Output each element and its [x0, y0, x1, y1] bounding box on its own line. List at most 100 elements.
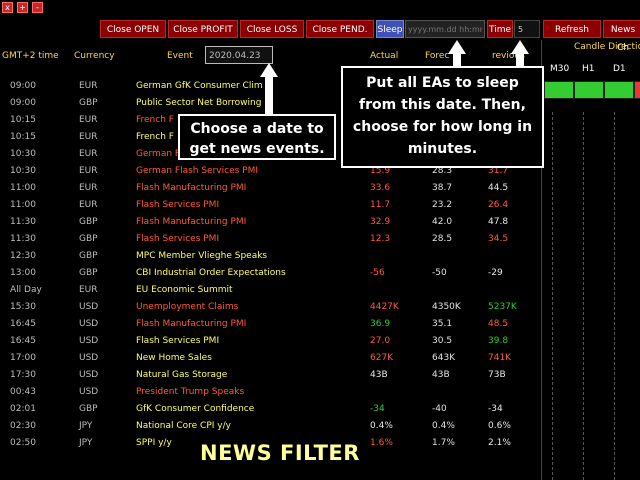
row-previous: 39.8	[488, 336, 509, 346]
sleep-button[interactable]: Sleep	[376, 20, 404, 38]
candle-indicator-extra	[635, 82, 640, 98]
timeframe-m30: M30	[550, 64, 570, 74]
row-event: Flash Services PMI	[136, 336, 220, 346]
row-time: 17:30	[10, 370, 36, 380]
row-time: 13:00	[10, 268, 36, 278]
row-currency: USD	[79, 370, 99, 380]
row-actual: 11.7	[370, 200, 391, 210]
timeframe-d1: D1	[613, 64, 626, 74]
close-pending-button[interactable]: Close PEND.	[306, 20, 374, 38]
row-forecast: 1.7%	[432, 438, 455, 448]
news-row: 16:45 USD Flash Manufacturing PMI 36.9 35.1 4…	[0, 316, 540, 333]
row-actual: 27.0	[370, 336, 391, 346]
maximize-window-icon[interactable]: +	[17, 2, 28, 13]
row-currency: EUR	[79, 115, 98, 125]
row-time: 09:00	[10, 81, 36, 91]
row-previous: -29	[488, 268, 503, 278]
sleep-minutes-input[interactable]: 5	[514, 20, 540, 38]
news-row: 02:01 GBP GfK Consumer Confidence -34 -40 -34	[0, 401, 540, 418]
row-event: Flash Manufacturing PMI	[136, 183, 247, 193]
news-row: 13:00 GBP CBI Industrial Order Expectation…	[0, 265, 540, 282]
news-filter-title: NEWS FILTER	[200, 441, 360, 465]
row-event: Natural Gas Storage	[136, 370, 228, 380]
row-currency: JPY	[79, 438, 93, 448]
row-actual: 627K	[370, 353, 394, 363]
row-time: 02:01	[10, 404, 36, 414]
row-time: 10:30	[10, 149, 36, 159]
row-event: Public Sector Net Borrowing	[136, 98, 262, 108]
candle-indicator-m30	[545, 82, 573, 98]
row-previous: 73B	[488, 370, 506, 380]
news-check-button[interactable]: News Ch	[603, 20, 640, 53]
row-currency: GBP	[79, 404, 98, 414]
news-row: 12:30 GBP MPC Member Vlieghe Speaks	[0, 248, 540, 265]
news-row: 11:30 GBP Flash Manufacturing PMI 32.9 42.0 4…	[0, 214, 540, 231]
news-row: 15:30 USD Unemployment Claims 4427K 4350K 523…	[0, 299, 540, 316]
row-currency: USD	[79, 353, 99, 363]
row-actual: 0.4%	[370, 421, 393, 431]
close-window-icon[interactable]: x	[2, 2, 13, 13]
row-previous: 48.5	[488, 319, 509, 329]
row-event: German F	[136, 149, 181, 159]
row-actual: 43B	[370, 370, 388, 380]
row-time: 17:00	[10, 353, 36, 363]
header-event: Event	[167, 51, 193, 61]
row-previous: 44.5	[488, 183, 509, 193]
candle-indicator-h1	[575, 82, 603, 98]
row-actual: 1.6%	[370, 438, 393, 448]
row-actual: 32.9	[370, 217, 391, 227]
row-currency: GBP	[79, 251, 98, 261]
row-actual: 33.6	[370, 183, 391, 193]
row-time: 10:15	[10, 132, 36, 142]
row-event: German Flash Services PMI	[136, 166, 259, 176]
row-actual: 4427K	[370, 302, 399, 312]
close-profit-button[interactable]: Close PROFIT	[168, 20, 238, 38]
row-time: 10:15	[10, 115, 36, 125]
row-event: MPC Member Vlieghe Speaks	[136, 251, 268, 261]
header-currency: Currency	[74, 51, 115, 61]
row-time: All Day	[10, 285, 42, 295]
row-forecast: -40	[432, 404, 447, 414]
sleep-arrow-head-2	[511, 40, 529, 54]
row-currency: GBP	[79, 234, 98, 244]
row-currency: EUR	[79, 132, 98, 142]
candle-indicator-d1	[605, 82, 633, 98]
row-currency: USD	[79, 336, 99, 346]
minimize-window-icon[interactable]: -	[32, 2, 43, 13]
news-row: 11:30 GBP Flash Services PMI 12.3 28.5 34.5	[0, 231, 540, 248]
row-forecast: -50	[432, 268, 447, 278]
row-event: SPPI y/y	[136, 438, 172, 448]
timeframe-h1: H1	[582, 64, 595, 74]
row-time: 16:45	[10, 319, 36, 329]
row-event: Flash Manufacturing PMI	[136, 319, 247, 329]
event-date-input[interactable]: 2020.04.23	[205, 46, 273, 64]
sleep-arrow-shaft-1	[453, 53, 461, 67]
date-hint-callout: Choose a date to get news events.	[178, 114, 336, 160]
row-forecast: 23.2	[432, 200, 453, 210]
row-time: 11:30	[10, 217, 36, 227]
grid-line	[614, 112, 615, 480]
sleep-date-input[interactable]	[405, 20, 485, 38]
row-time: 10:30	[10, 166, 36, 176]
row-time: 02:50	[10, 438, 36, 448]
row-time: 11:30	[10, 234, 36, 244]
close-open-button[interactable]: Close OPEN	[100, 20, 166, 38]
row-currency: EUR	[79, 149, 98, 159]
row-previous: 47.8	[488, 217, 509, 227]
row-forecast: 4350K	[432, 302, 461, 312]
row-time: 11:00	[10, 183, 36, 193]
row-actual: -34	[370, 404, 385, 414]
time-button[interactable]: Time	[487, 20, 513, 38]
row-actual: 36.9	[370, 319, 391, 329]
row-event: Unemployment Claims	[136, 302, 239, 312]
row-event: National Core CPI y/y	[136, 421, 231, 431]
row-previous: -34	[488, 404, 503, 414]
row-forecast: 30.5	[432, 336, 453, 346]
refresh-button[interactable]: Refresh	[543, 20, 601, 38]
row-event: Flash Manufacturing PMI	[136, 217, 247, 227]
row-currency: EUR	[79, 285, 98, 295]
sleep-arrow-head-1	[448, 40, 466, 54]
news-row: 17:00 USD New Home Sales 627K 643K 741K	[0, 350, 540, 367]
row-previous: 26.4	[488, 200, 509, 210]
close-loss-button[interactable]: Close LOSS	[240, 20, 304, 38]
